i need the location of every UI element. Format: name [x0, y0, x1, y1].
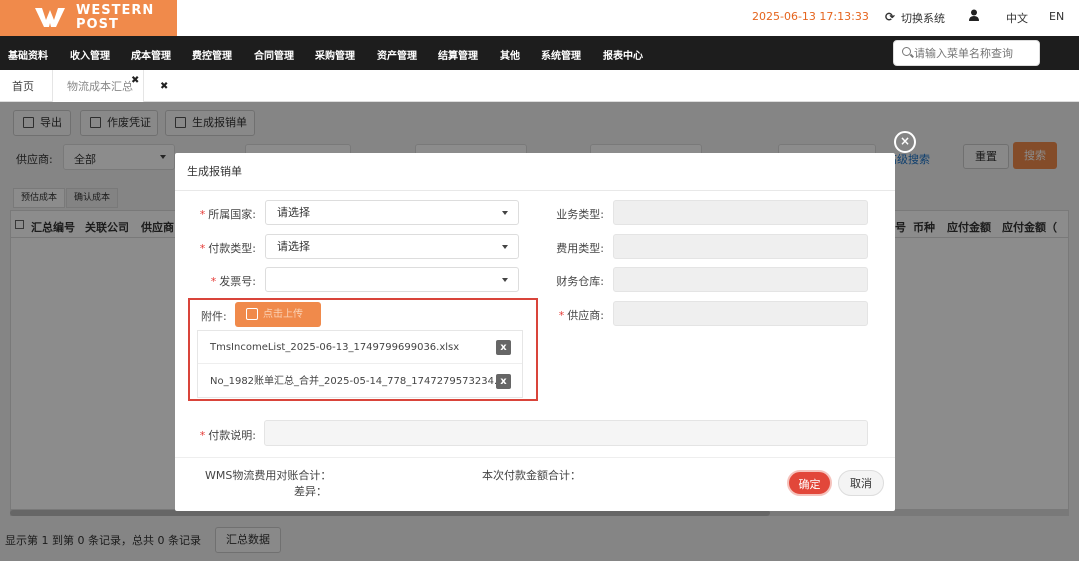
- delete-file-icon[interactable]: x: [496, 374, 511, 389]
- upload-button[interactable]: 点击上传: [235, 302, 321, 327]
- wms-total-label: WMS物流费用对账合计：: [205, 469, 332, 482]
- page-tabs: 首页 物流成本汇总 ✖ ✖: [0, 70, 1079, 102]
- upload-icon: [246, 308, 258, 320]
- tab-home[interactable]: 首页: [12, 70, 34, 102]
- supplier-label: * 供应商:: [558, 309, 604, 322]
- lang-zh-link[interactable]: 中文: [1006, 10, 1028, 26]
- pay-note-input[interactable]: [264, 420, 868, 446]
- chevron-down-icon: [502, 278, 508, 282]
- datetime-display: 2025-06-13 17:13:33: [752, 10, 869, 23]
- menu-search-input[interactable]: [914, 45, 1034, 61]
- lang-en-link[interactable]: EN: [1049, 10, 1064, 23]
- search-icon: [902, 47, 911, 56]
- attachment-file-name: TmsIncomeList_2025-06-13_1749799699036.x…: [210, 342, 460, 353]
- supplier-field: [613, 301, 868, 326]
- nav-item-expense-control[interactable]: 费控管理: [192, 47, 232, 62]
- dialog-title: 生成报销单: [175, 153, 895, 191]
- pay-type-select[interactable]: 请选择: [265, 234, 519, 259]
- switch-system-link[interactable]: 切换系统: [901, 10, 945, 26]
- business-type-label: 业务类型:: [556, 208, 604, 221]
- attachment-file-name: No_1982账单汇总_合并_2025-05-14_778_1747279573…: [210, 376, 512, 387]
- cancel-button[interactable]: 取消: [838, 470, 884, 496]
- menu-search-box[interactable]: [893, 40, 1040, 66]
- logo-text-line1: WESTERN: [76, 3, 155, 18]
- difference-label: 差异：: [294, 485, 327, 498]
- nav-item-purchase[interactable]: 采购管理: [315, 47, 355, 62]
- brand-logo[interactable]: WESTERN POST: [0, 0, 177, 36]
- nav-item-cost[interactable]: 成本管理: [131, 47, 171, 62]
- logo-mark-icon: [35, 8, 65, 27]
- chevron-down-icon: [502, 211, 508, 215]
- pay-note-label: * 付款说明:: [199, 429, 256, 442]
- business-type-field: [613, 200, 868, 225]
- nav-item-other[interactable]: 其他: [500, 47, 520, 62]
- invoice-select[interactable]: [265, 267, 519, 292]
- reimburse-dialog: 生成报销单 * 所属国家: 请选择 * 付款类型: 请选择 * 发票号: 附件: 点击…: [175, 153, 895, 511]
- refresh-icon: ⟳: [885, 10, 896, 24]
- invoice-label: * 发票号:: [210, 275, 256, 288]
- country-select[interactable]: 请选择: [265, 200, 519, 225]
- logo-text-line2: POST: [76, 17, 119, 32]
- top-header: WESTERN POST 2025-06-13 17:13:33 ⟳ 切换系统 …: [0, 0, 1079, 36]
- confirm-button[interactable]: 确定: [787, 470, 832, 496]
- nav-item-settlement[interactable]: 结算管理: [438, 47, 478, 62]
- this-payment-total-label: 本次付款金额合计：: [482, 469, 581, 482]
- nav-item-system[interactable]: 系统管理: [541, 47, 581, 62]
- tab-label: 物流成本汇总: [67, 80, 133, 93]
- country-label: * 所属国家:: [199, 208, 256, 221]
- divider: [175, 457, 895, 458]
- upload-button-label: 点击上传: [263, 309, 303, 320]
- nav-item-income[interactable]: 收入管理: [70, 47, 110, 62]
- attachment-file-item: No_1982账单汇总_合并_2025-05-14_778_1747279573…: [198, 365, 522, 398]
- tab-logistics-cost-summary[interactable]: 物流成本汇总 ✖: [52, 70, 144, 102]
- user-icon[interactable]: [969, 9, 979, 25]
- attachment-label: 附件:: [201, 310, 227, 323]
- nav-item-assets[interactable]: 资产管理: [377, 47, 417, 62]
- delete-file-icon[interactable]: x: [496, 340, 511, 355]
- attachment-file-list: TmsIncomeList_2025-06-13_1749799699036.x…: [197, 330, 523, 398]
- warehouse-label: 财务仓库:: [556, 275, 604, 288]
- close-all-tabs-icon[interactable]: ✖: [160, 70, 168, 102]
- pay-type-select-value: 请选择: [277, 240, 310, 253]
- nav-item-basic-data[interactable]: 基础资料: [8, 47, 48, 62]
- dialog-close-icon[interactable]: ×: [894, 131, 916, 153]
- warehouse-field: [613, 267, 868, 292]
- chevron-down-icon: [502, 245, 508, 249]
- nav-item-reports[interactable]: 报表中心: [603, 47, 643, 62]
- pay-type-label: * 付款类型:: [199, 242, 256, 255]
- tab-close-icon[interactable]: ✖: [131, 64, 139, 98]
- country-select-value: 请选择: [277, 206, 310, 219]
- fee-type-field: [613, 234, 868, 259]
- fee-type-label: 费用类型:: [556, 242, 604, 255]
- attachment-file-item: TmsIncomeList_2025-06-13_1749799699036.x…: [198, 331, 522, 364]
- nav-item-contract[interactable]: 合同管理: [254, 47, 294, 62]
